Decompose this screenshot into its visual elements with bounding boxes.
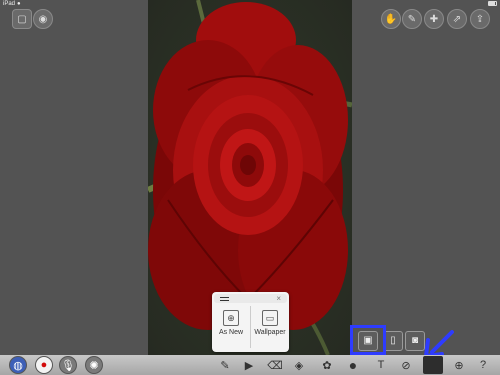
share-icon: ⇪ <box>475 13 485 25</box>
import-image-popup: × ⊕ As New ▭ Wallpaper <box>212 292 289 352</box>
pencil-hand-icon: ✎ <box>407 13 417 25</box>
microphone-button[interactable]: 🎙 <box>59 356 77 374</box>
shapes-button[interactable]: ◈ <box>290 356 308 374</box>
annotation-arrow <box>424 330 454 358</box>
play-button[interactable]: ▶ <box>240 356 258 374</box>
help-icon: ? <box>479 359 487 371</box>
export-icon: ⇗ <box>452 13 462 25</box>
tools-button[interactable]: ✚ <box>424 9 444 29</box>
wallpaper-icon: ▭ <box>262 310 278 326</box>
text-icon: T <box>377 359 385 371</box>
drag-handle-icon[interactable] <box>220 297 229 301</box>
shapes-icon: ◈ <box>294 359 304 372</box>
record-icon: ● <box>40 359 48 371</box>
battery-icon <box>488 1 497 6</box>
play-icon: ▶ <box>244 359 254 372</box>
fill-button[interactable]: ● <box>344 356 362 374</box>
new-page-button[interactable]: ▢ <box>12 9 32 29</box>
close-icon[interactable]: × <box>276 294 281 303</box>
help-button[interactable]: ? <box>474 356 492 374</box>
eraser-icon: ⌫ <box>267 359 283 372</box>
new-page-icon: ▢ <box>17 13 27 25</box>
export-button[interactable]: ⇗ <box>447 9 467 29</box>
as-new-button[interactable]: ⊕ As New <box>213 306 249 350</box>
wallpaper-button[interactable]: ▭ Wallpaper <box>252 306 288 350</box>
microphone-icon: 🎙 <box>61 359 75 372</box>
record-button[interactable]: ● <box>35 356 53 374</box>
popup-title-bar[interactable]: × <box>214 294 287 303</box>
page-button[interactable]: ▯ <box>383 331 403 351</box>
eraser-button[interactable]: ⌫ <box>266 356 284 374</box>
laser-icon: ⊘ <box>401 359 411 372</box>
hand-tool-button[interactable]: ✋ <box>381 9 401 29</box>
add-icon: ⊕ <box>454 359 464 372</box>
palette-button[interactable]: ✿ <box>318 356 336 374</box>
popup-divider <box>250 306 251 348</box>
pen-icon: ✎ <box>220 359 230 372</box>
highlight-box <box>350 325 386 355</box>
hand-icon: ✋ <box>384 13 398 25</box>
more-tools-button[interactable]: ⊕ <box>450 356 468 374</box>
color-picker-button[interactable]: ◍ <box>9 356 27 374</box>
pen-tool-button[interactable]: ✎ <box>216 356 234 374</box>
camera-button[interactable]: ◉ <box>33 9 53 29</box>
laser-button[interactable]: ⊘ <box>397 356 415 374</box>
circle-icon: ● <box>348 357 358 373</box>
palette-icon: ◍ <box>13 359 23 372</box>
camera-icon: ◙ <box>411 335 419 346</box>
page-icon: ▯ <box>390 335 396 346</box>
share-button[interactable]: ⇪ <box>470 9 490 29</box>
text-tool-button[interactable]: T <box>372 356 390 374</box>
camera-icon: ◉ <box>38 13 48 25</box>
pencil-hand-button[interactable]: ✎ <box>402 9 422 29</box>
settings-wheel-button[interactable]: ✺ <box>85 356 103 374</box>
palette-icon: ✿ <box>322 359 332 372</box>
wallpaper-label: Wallpaper <box>254 329 286 336</box>
image-tool-button-selected[interactable] <box>423 356 443 374</box>
add-image-icon: ⊕ <box>223 310 239 326</box>
wrench-icon: ✚ <box>429 13 439 25</box>
gear-icon: ✺ <box>89 359 99 372</box>
as-new-label: As New <box>218 329 244 336</box>
